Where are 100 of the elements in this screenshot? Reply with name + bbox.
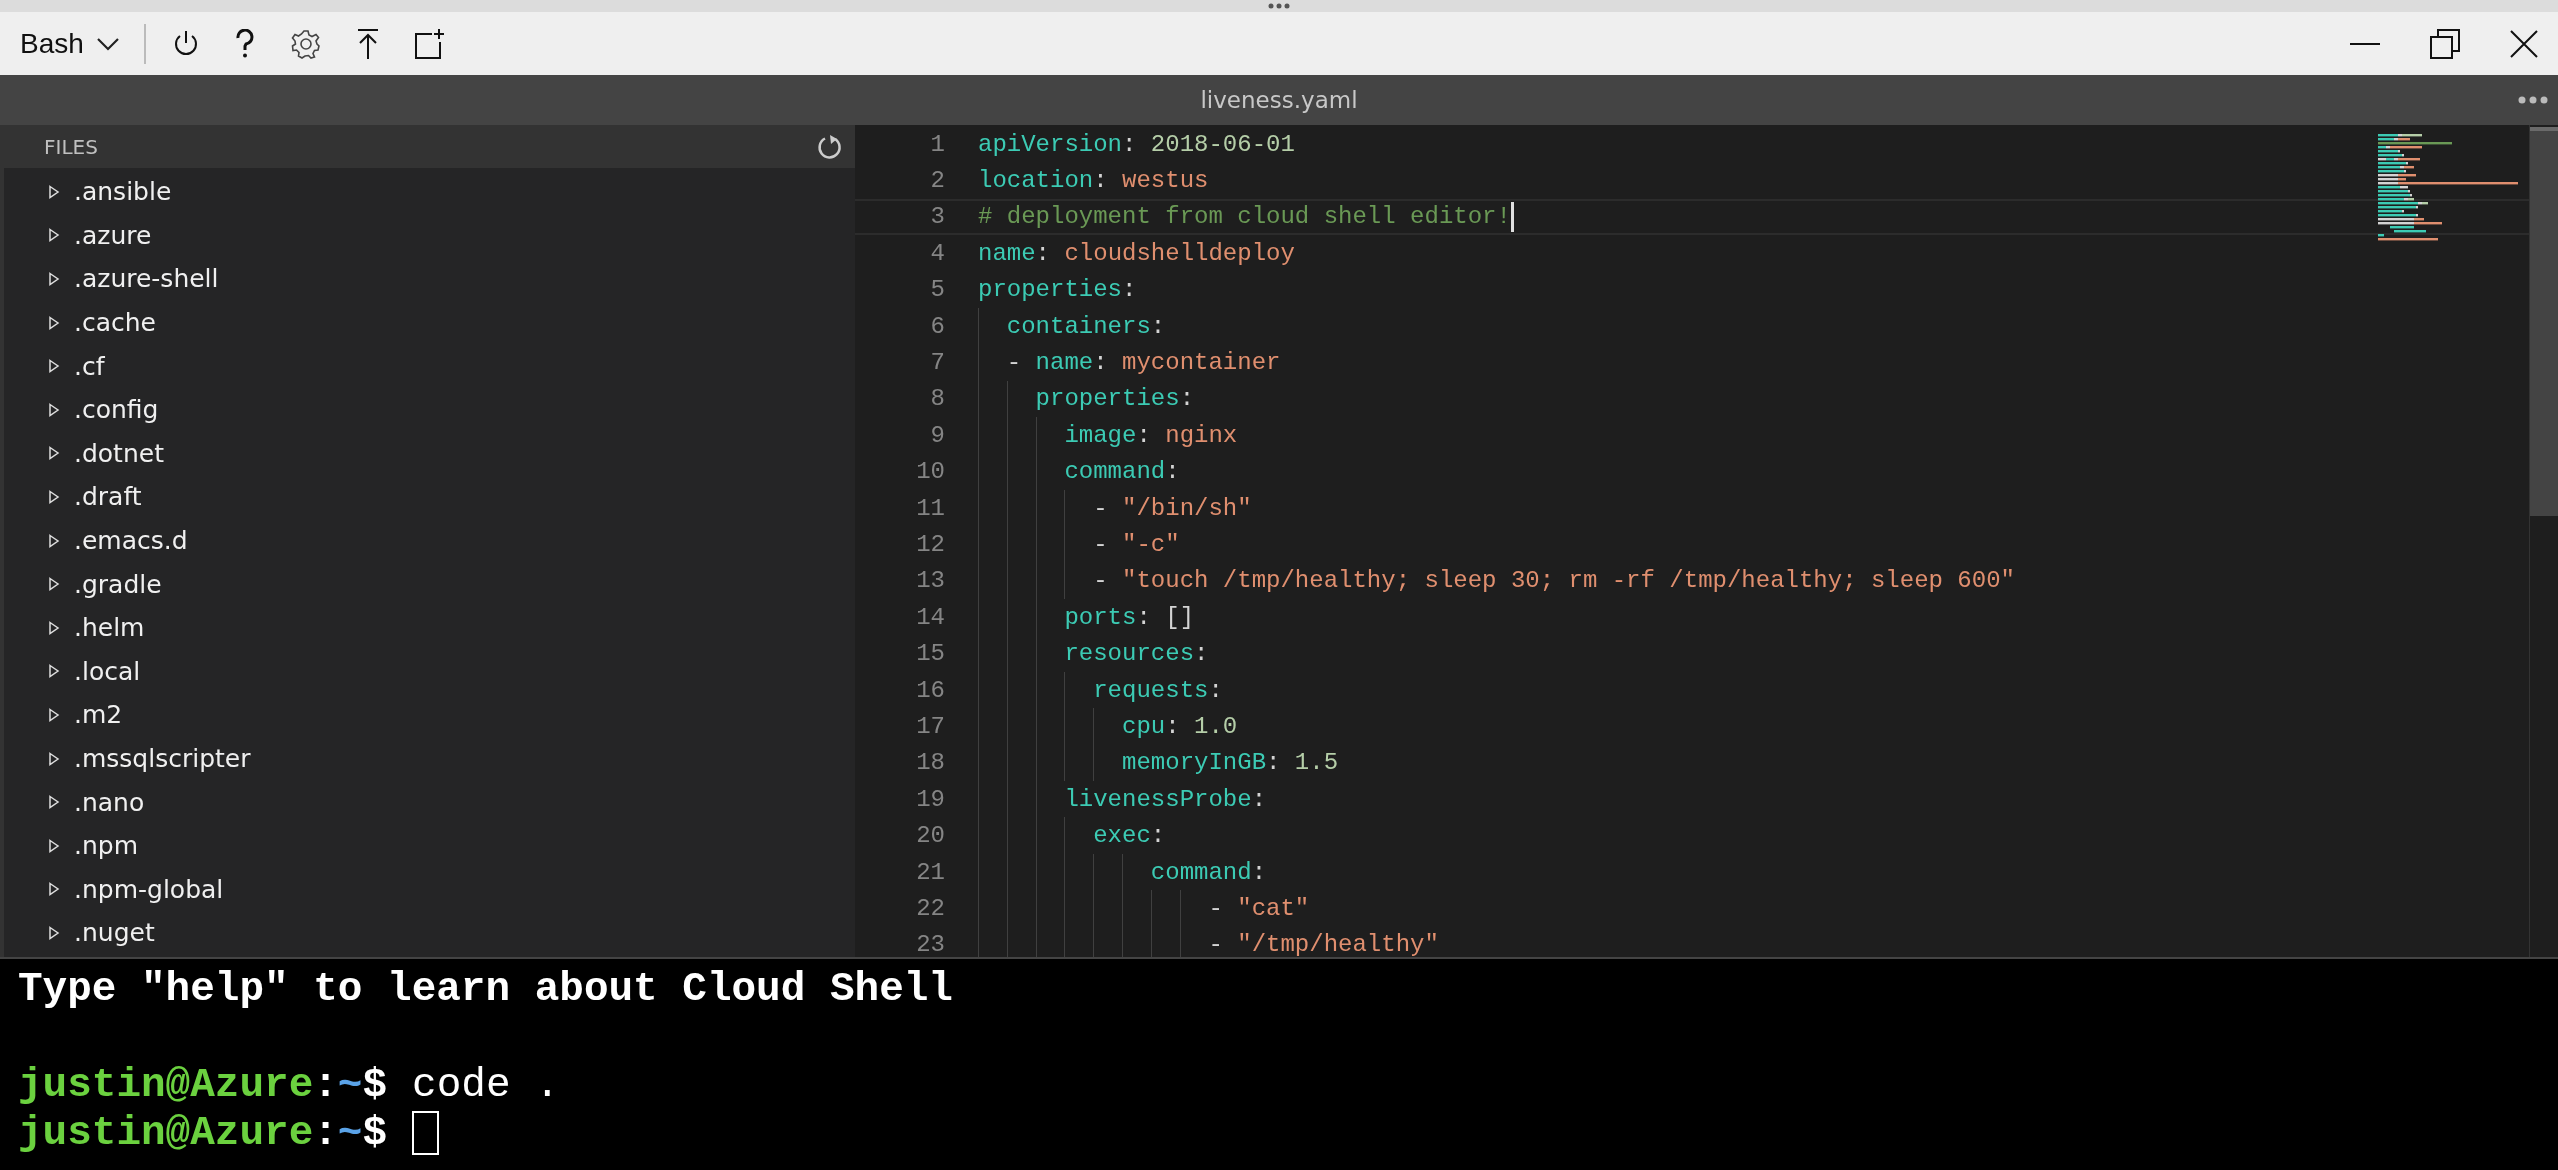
folder-item[interactable]: .azure-shell — [4, 257, 855, 301]
code-line: cpu: 1.0 — [1121, 712, 1238, 740]
expand-arrow-icon[interactable] — [48, 402, 60, 417]
code-line: # deployment from cloud shell editor! — [978, 203, 1511, 231]
code-line: - name: mycontainer — [1005, 349, 1281, 377]
scrollbar-thumb[interactable] — [2530, 127, 2558, 516]
line-number: 2 — [929, 167, 945, 195]
code-line: name: cloudshelldeploy — [978, 239, 1295, 267]
line-number: 4 — [929, 239, 945, 267]
restore-icon[interactable] — [2430, 28, 2460, 59]
line-number: 7 — [929, 349, 945, 377]
line-number: 12 — [915, 531, 945, 558]
expand-arrow-icon[interactable] — [48, 272, 60, 286]
expand-arrow-icon[interactable] — [48, 664, 60, 679]
line-number: 3 — [929, 203, 945, 231]
file-tab-title[interactable]: liveness.yaml — [1200, 87, 1358, 113]
shell-dropdown[interactable]: Bash — [20, 27, 120, 60]
text-cursor — [1510, 201, 1514, 232]
expand-arrow-icon[interactable] — [48, 620, 60, 635]
code-line: exec: — [1092, 822, 1166, 850]
line-number: 18 — [915, 749, 945, 777]
expand-arrow-icon[interactable] — [48, 359, 60, 374]
prompt-path: ~ — [337, 1109, 363, 1157]
settings-icon[interactable] — [289, 27, 322, 60]
folder-item[interactable]: .config — [4, 387, 855, 432]
folder-item[interactable]: .helm — [4, 605, 855, 650]
prompt-symbol: $ — [362, 1109, 388, 1157]
terminal-output: Type "help" to learn about Cloud Shell — [18, 965, 954, 1013]
line-number: 23 — [915, 931, 945, 957]
expand-arrow-icon[interactable] — [48, 577, 60, 592]
folder-item[interactable]: .draft — [4, 475, 855, 519]
prompt-user: justin@Azure — [18, 1109, 314, 1157]
folder-item[interactable]: .m2 — [4, 693, 855, 737]
line-number: 1 — [929, 130, 945, 158]
line-number: 8 — [929, 385, 945, 413]
line-number: 6 — [929, 312, 945, 340]
code-line: image: nginx — [1063, 421, 1238, 449]
line-number: 22 — [915, 894, 945, 922]
line-number: 14 — [915, 603, 945, 631]
expand-arrow-icon[interactable] — [48, 184, 60, 199]
line-number: 21 — [915, 858, 945, 886]
folder-item[interactable]: .ansible — [4, 170, 855, 214]
code-line: location: westus — [978, 167, 1209, 195]
expand-arrow-icon[interactable] — [48, 315, 60, 330]
line-number: 16 — [915, 676, 945, 704]
folder-item[interactable]: .cache — [4, 300, 855, 345]
minimize-icon[interactable] — [2350, 41, 2380, 46]
refresh-icon[interactable] — [817, 133, 843, 160]
code-line: - "cat" — [1207, 894, 1310, 922]
files-header: FILES — [44, 134, 98, 159]
folder-item[interactable]: .azure — [4, 213, 855, 258]
expand-arrow-icon[interactable] — [48, 228, 60, 243]
line-number: 19 — [915, 785, 945, 813]
code-line: - "-c" — [1092, 531, 1180, 558]
folder-item[interactable]: .npm-global — [4, 867, 855, 912]
line-number: 9 — [929, 421, 945, 449]
folder-item[interactable]: .npm — [4, 823, 855, 868]
folder-item[interactable]: .dotnet — [4, 431, 855, 476]
upload-icon[interactable] — [355, 27, 380, 60]
expand-arrow-icon[interactable] — [48, 925, 60, 940]
folder-item[interactable]: .nano — [4, 780, 855, 824]
folder-item[interactable]: .gradle — [4, 562, 855, 606]
expand-arrow-icon[interactable] — [48, 751, 60, 766]
folder-item[interactable]: .mssqlscripter — [4, 736, 855, 781]
expand-arrow-icon[interactable] — [48, 707, 60, 722]
expand-arrow-icon[interactable] — [48, 446, 60, 461]
help-icon[interactable] — [233, 28, 256, 59]
code-line: - "touch /tmp/healthy; sleep 30; rm -rf /tmp/healthy; sleep 600" — [1092, 567, 2015, 595]
terminal-command: code . — [412, 1061, 560, 1109]
folder-item[interactable]: .cf — [4, 344, 855, 388]
line-number: 20 — [915, 822, 945, 850]
prompt-path: ~ — [337, 1061, 363, 1109]
prompt-symbol: $ — [362, 1061, 388, 1109]
folder-item[interactable]: .local — [4, 649, 855, 694]
code-line: requests: — [1092, 676, 1223, 704]
expand-arrow-icon[interactable] — [48, 838, 60, 853]
drag-handle-icon[interactable] — [1268, 3, 1290, 9]
new-window-icon[interactable] — [413, 27, 446, 60]
prompt-user: justin@Azure — [18, 1061, 314, 1109]
code-line: command: — [1149, 858, 1267, 886]
code-line: - "/bin/sh" — [1092, 494, 1252, 522]
code-line: ports: [] — [1063, 603, 1195, 631]
line-number: 11 — [915, 494, 945, 522]
line-number: 15 — [915, 640, 945, 668]
expand-arrow-icon[interactable] — [48, 795, 60, 810]
folder-item[interactable]: .nuget — [4, 911, 855, 955]
code-line: properties: — [1034, 385, 1195, 413]
expand-arrow-icon[interactable] — [48, 882, 60, 897]
code-line: resources: — [1063, 640, 1209, 668]
close-icon[interactable] — [2510, 29, 2538, 58]
line-number: 5 — [929, 276, 945, 304]
code-line: apiVersion: 2018-06-01 — [978, 130, 1295, 158]
folder-item[interactable]: .emacs.d — [4, 518, 855, 563]
more-icon[interactable] — [2518, 96, 2548, 104]
code-line: livenessProbe: — [1063, 785, 1267, 813]
prompt-separator: : — [313, 1061, 338, 1109]
expand-arrow-icon[interactable] — [48, 533, 60, 548]
expand-arrow-icon[interactable] — [48, 489, 60, 504]
code-line: command: — [1063, 458, 1180, 486]
line-number: 17 — [915, 712, 945, 740]
